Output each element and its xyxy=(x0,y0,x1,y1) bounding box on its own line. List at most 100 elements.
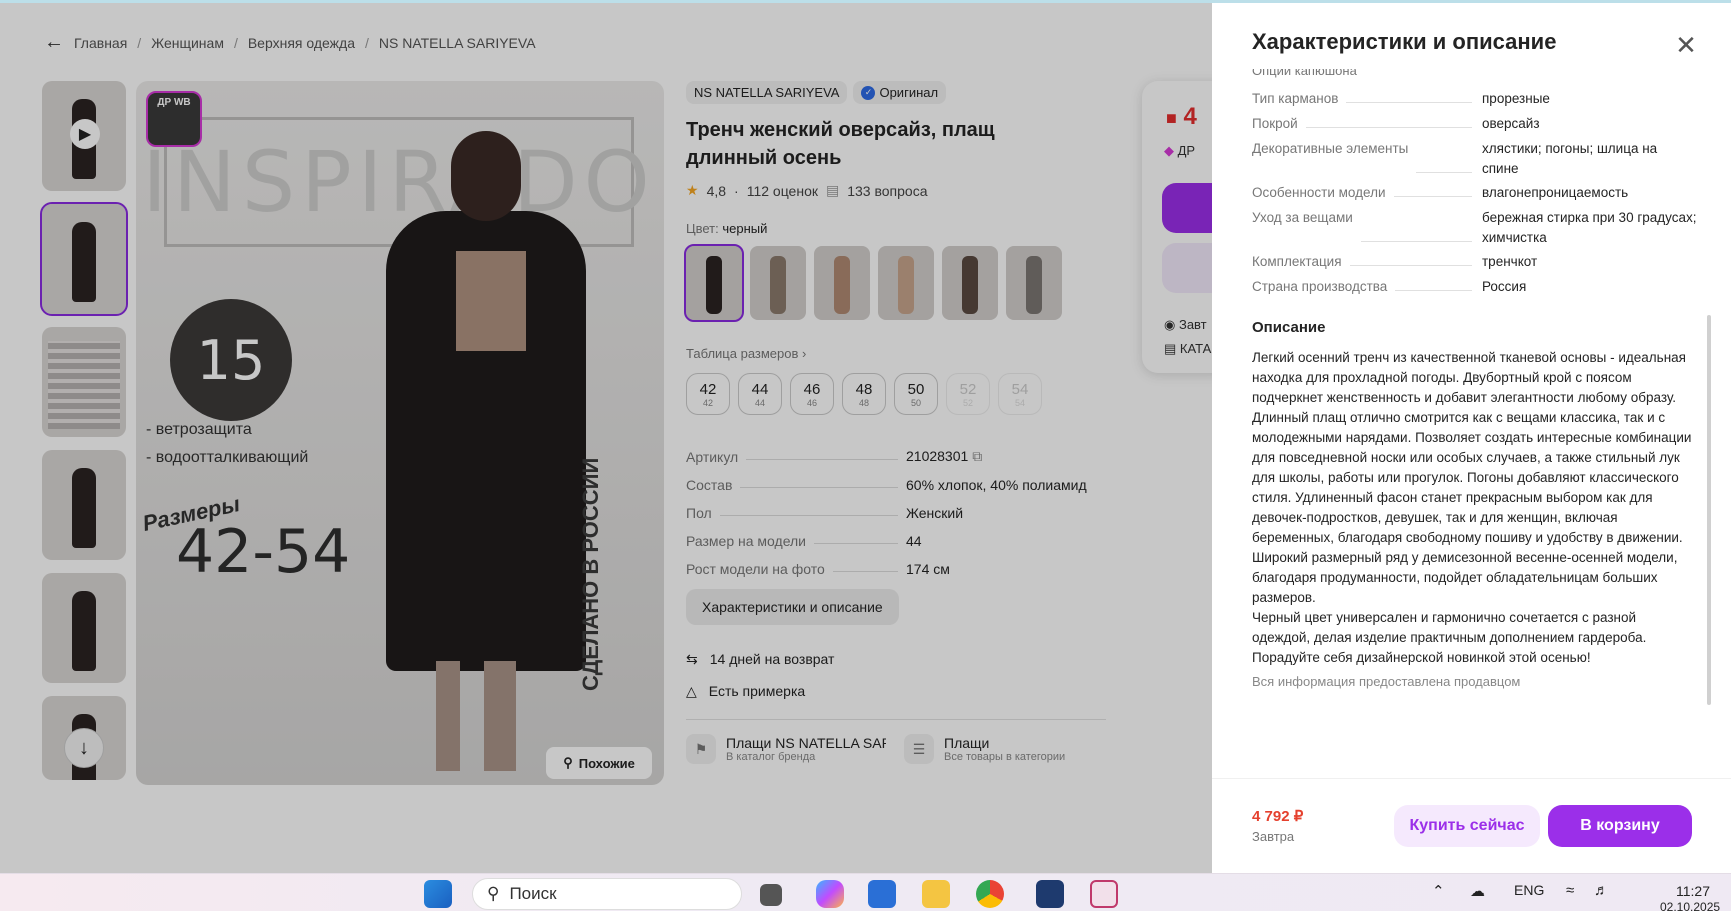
size-option[interactable]: 48 48 xyxy=(842,373,886,415)
modal-content[interactable]: Опции капюшона Тип карманов прорезные Пок… xyxy=(1212,69,1731,781)
color-swatch[interactable] xyxy=(878,246,934,320)
rating-row: ★ 4,8 · 112 оценок ▤ 133 вопроса xyxy=(686,182,928,199)
characteristics-button[interactable]: Характеристики и описание xyxy=(686,589,899,625)
product-info: NS NATELLA SARIYEVA ✓ Оригинал Тренч женс… xyxy=(684,81,1106,764)
description-text: Легкий осенний тренч из качественной тка… xyxy=(1252,350,1692,665)
taskbar-search[interactable]: ⚲ Поиск xyxy=(472,878,742,910)
back-arrow-icon[interactable]: ← xyxy=(44,31,64,54)
characteristic-row: Покрой оверсайз xyxy=(1252,116,1540,131)
copy-icon[interactable]: ⧉ xyxy=(972,448,982,464)
chevron-up-icon[interactable]: ⌃ xyxy=(1432,882,1445,900)
spec-row: Рост модели на фото 174 см xyxy=(686,561,950,577)
product-page: ← Главная / Женщинам / Верхняя одежда / NS … xyxy=(0,3,1232,873)
cloud-icon[interactable]: ☁ xyxy=(1470,882,1485,900)
modal-title: Характеристики и описание xyxy=(1252,29,1557,54)
color-swatch[interactable] xyxy=(814,246,870,320)
thumbnail-image[interactable] xyxy=(40,202,128,316)
dr-wb-badge: ДР WB xyxy=(146,91,202,147)
windows-start-icon[interactable] xyxy=(424,880,452,908)
folder-icon[interactable] xyxy=(922,880,950,908)
language-indicator[interactable]: ENG xyxy=(1514,882,1544,898)
color-swatches: › xyxy=(684,244,1106,322)
footer-price: 4 792 ₽ xyxy=(1252,808,1304,825)
powershell-icon[interactable] xyxy=(1036,880,1064,908)
size-selector: 42 42 44 44 46 46 48 48 50 50 52 52 54 54 xyxy=(686,373,1106,415)
modal-scrollbar[interactable] xyxy=(1707,315,1711,705)
brand-chip[interactable]: NS NATELLA SARIYEVA xyxy=(686,81,848,104)
seller-disclaimer: Вся информация предоставлена продавцом xyxy=(1252,674,1521,689)
original-chip: ✓ Оригинал xyxy=(853,81,947,104)
colors-count-circle: 15 xyxy=(170,299,292,421)
size-option[interactable]: 42 42 xyxy=(686,373,730,415)
breadcrumb: ← Главная / Женщинам / Верхняя одежда / NS … xyxy=(44,31,536,54)
characteristic-row: Декоративные элементы хлястики; погоны; ш… xyxy=(1252,141,1658,176)
verified-icon: ✓ xyxy=(861,85,876,100)
chrome-icon[interactable] xyxy=(976,880,1004,908)
spec-row: Состав 60% хлопок, 40% полиамид xyxy=(686,477,1087,493)
layers-icon: ☰ xyxy=(904,734,934,764)
size-option[interactable]: 46 46 xyxy=(790,373,834,415)
thumbnail-image[interactable] xyxy=(42,327,126,437)
add-to-cart-button[interactable]: В корзину xyxy=(1548,805,1692,847)
size-option[interactable]: 50 50 xyxy=(894,373,938,415)
arrow-down-icon: ↓ xyxy=(79,736,89,759)
sizes-range-text: 42-54 xyxy=(176,517,351,587)
modal-footer: 4 792 ₽ Завтра Купить сейчас В корзину xyxy=(1212,778,1731,873)
thumbnail-image[interactable] xyxy=(42,450,126,560)
characteristic-row: Комплектация тренчкот xyxy=(1252,254,1538,269)
spec-row: Артикул 21028301 ⧉ xyxy=(686,448,983,465)
color-swatch[interactable] xyxy=(942,246,998,320)
price-partial: ■ 4 xyxy=(1166,103,1197,130)
size-option-unavailable: 54 54 xyxy=(998,373,1042,415)
color-swatch[interactable] xyxy=(1006,246,1062,320)
volume-icon[interactable]: ♬ xyxy=(1594,882,1609,899)
feature-text: - водоотталкивающий xyxy=(146,449,309,466)
search-icon: ⚲ xyxy=(487,884,500,903)
wallet-icon: ■ xyxy=(1166,108,1177,128)
buy-now-button[interactable]: Купить сейчас xyxy=(1394,805,1540,847)
size-table-link[interactable]: Таблица размеров › xyxy=(686,346,1106,361)
snipping-tool-icon[interactable] xyxy=(1090,880,1118,908)
brand-catalog-link[interactable]: ⚑Плащи NS NATELLA SARIYEVAВ каталог брен… xyxy=(686,734,888,764)
copilot-icon[interactable] xyxy=(816,880,844,908)
cut-row-text: Опции капюшона xyxy=(1252,69,1357,78)
category-link[interactable]: ☰ Плащи Все товары в категории xyxy=(904,734,1106,764)
return-info: ⇆ 14 дней на возврат xyxy=(686,650,835,668)
main-product-image[interactable]: INSPIRADO ДР WB 15 - ветрозащита - водоо… xyxy=(136,81,664,785)
questions-icon: ▤ xyxy=(826,182,840,198)
tag-icon: ⚑ xyxy=(686,734,716,764)
questions-link[interactable]: 133 вопроса xyxy=(847,183,927,199)
characteristic-row: Страна производства Россия xyxy=(1252,279,1527,294)
hanger-icon: △ xyxy=(686,682,697,699)
spec-row: Пол Женский xyxy=(686,505,964,521)
size-option[interactable]: 44 44 xyxy=(738,373,782,415)
search-image-icon: ⚲ xyxy=(563,755,573,770)
play-icon: ▶ xyxy=(70,119,100,149)
reviews-link[interactable]: 112 оценок xyxy=(747,183,818,199)
breadcrumb-item[interactable]: Верхняя одежда xyxy=(248,35,355,51)
made-in-russia-text: СДЕЛАНО В РОССИИ xyxy=(578,457,603,691)
delivery-partial: ◉ Завт xyxy=(1164,317,1207,332)
scroll-down-button[interactable]: ↓ xyxy=(64,728,104,768)
price-badge: ◆ ДР xyxy=(1164,143,1196,158)
wifi-icon[interactable]: ≈ xyxy=(1566,882,1574,899)
star-icon: ★ xyxy=(686,182,699,198)
thumbnail-strip: ▶ xyxy=(40,81,128,793)
breadcrumb-item[interactable]: Главная xyxy=(74,35,127,51)
close-icon[interactable]: ✕ xyxy=(1672,31,1700,59)
store-icon[interactable] xyxy=(868,880,896,908)
seller-partial: ▤ КАТА xyxy=(1164,341,1212,356)
taskbar-clock[interactable]: 11:27 02.10.2025 xyxy=(1660,883,1720,911)
similar-button[interactable]: ⚲ Похожие xyxy=(546,747,652,779)
color-swatch[interactable] xyxy=(750,246,806,320)
color-swatch[interactable] xyxy=(684,244,744,322)
thumbnail-video[interactable]: ▶ xyxy=(42,81,126,191)
specs-list: Артикул 21028301 ⧉ Состав 60% хлопок, 40% … xyxy=(686,437,1106,577)
characteristic-row: Особенности модели влагонепроницаемость xyxy=(1252,185,1629,200)
breadcrumb-item[interactable]: Женщинам xyxy=(151,35,224,51)
breadcrumb-item[interactable]: NS NATELLA SARIYEVA xyxy=(379,35,536,51)
task-view-icon[interactable] xyxy=(760,884,782,906)
thumbnail-image[interactable] xyxy=(42,573,126,683)
rating-value: 4,8 xyxy=(706,182,727,199)
characteristics-modal: Характеристики и описание ✕ Опции капюшо… xyxy=(1212,3,1731,873)
